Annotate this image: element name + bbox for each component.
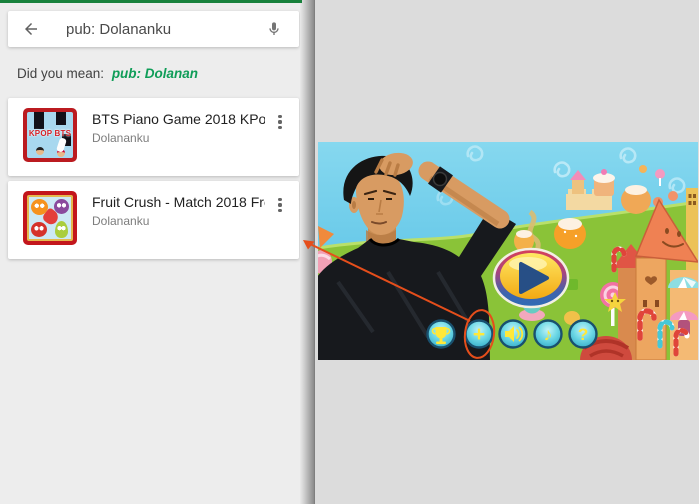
result-card-fruit-crush[interactable]: Fruit Crush - Match 2018 Free.. Dolanank… (8, 181, 299, 259)
result-text-block: Fruit Crush - Match 2018 Free.. Dolanank… (92, 194, 265, 228)
trophy-icon (426, 319, 456, 349)
watch-face (432, 171, 448, 187)
help-icon: ? (568, 319, 598, 349)
game-title-screenshot[interactable]: + ♪ ? (318, 142, 698, 360)
result-card-bts-piano[interactable]: KPOP BTS BTS Piano Game 2018 KPop Dolana… (8, 98, 299, 176)
piano-tile (34, 112, 44, 129)
speaker-icon (498, 319, 528, 349)
pear-fruit (55, 221, 68, 238)
svg-text:?: ? (578, 325, 588, 344)
screen: pub: Dolananku Did you mean: pub: Dolana… (0, 0, 699, 504)
did-you-mean-label: Did you mean: (17, 66, 105, 81)
app-developer[interactable]: Dolananku (92, 131, 265, 145)
play-button-icon (492, 247, 570, 309)
bts-character (36, 147, 44, 155)
overflow-menu-button[interactable] (271, 110, 289, 134)
bts-piano-app-icon: KPOP BTS (23, 108, 77, 162)
fruit-crush-app-icon (23, 191, 77, 245)
fruit-icon-art (27, 195, 73, 241)
music-note-icon: ♪ (533, 319, 563, 349)
search-input[interactable]: pub: Dolananku (66, 21, 261, 38)
search-bar[interactable]: pub: Dolananku (8, 11, 299, 47)
app-developer[interactable]: Dolananku (92, 214, 265, 228)
result-text-block: BTS Piano Game 2018 KPop Dolananku (92, 111, 265, 145)
status-bar-accent (0, 0, 302, 3)
svg-text:+: + (473, 323, 485, 346)
app-title[interactable]: BTS Piano Game 2018 KPop (92, 111, 265, 127)
apple-fruit (31, 222, 47, 237)
app-title[interactable]: Fruit Crush - Match 2018 Free.. (92, 194, 265, 210)
did-you-mean-row: Did you mean: pub: Dolanan (17, 66, 198, 81)
microphone-icon (269, 22, 279, 35)
mic-button[interactable] (261, 16, 287, 42)
plus-icon: + (464, 319, 494, 349)
back-button[interactable] (18, 16, 44, 42)
scrollbar[interactable] (300, 0, 315, 504)
bts-icon-text: KPOP BTS (28, 129, 72, 138)
did-you-mean-link[interactable]: pub: Dolanan (112, 66, 198, 81)
bts-icon-art: KPOP BTS (27, 112, 73, 158)
arrow-left-icon (25, 23, 37, 35)
svg-text:♪: ♪ (544, 325, 553, 345)
screenshot-panel: + ♪ ? (314, 0, 699, 504)
overflow-menu-button[interactable] (271, 193, 289, 217)
piano-tile (56, 112, 66, 125)
search-results-panel: pub: Dolananku Did you mean: pub: Dolana… (0, 0, 300, 504)
